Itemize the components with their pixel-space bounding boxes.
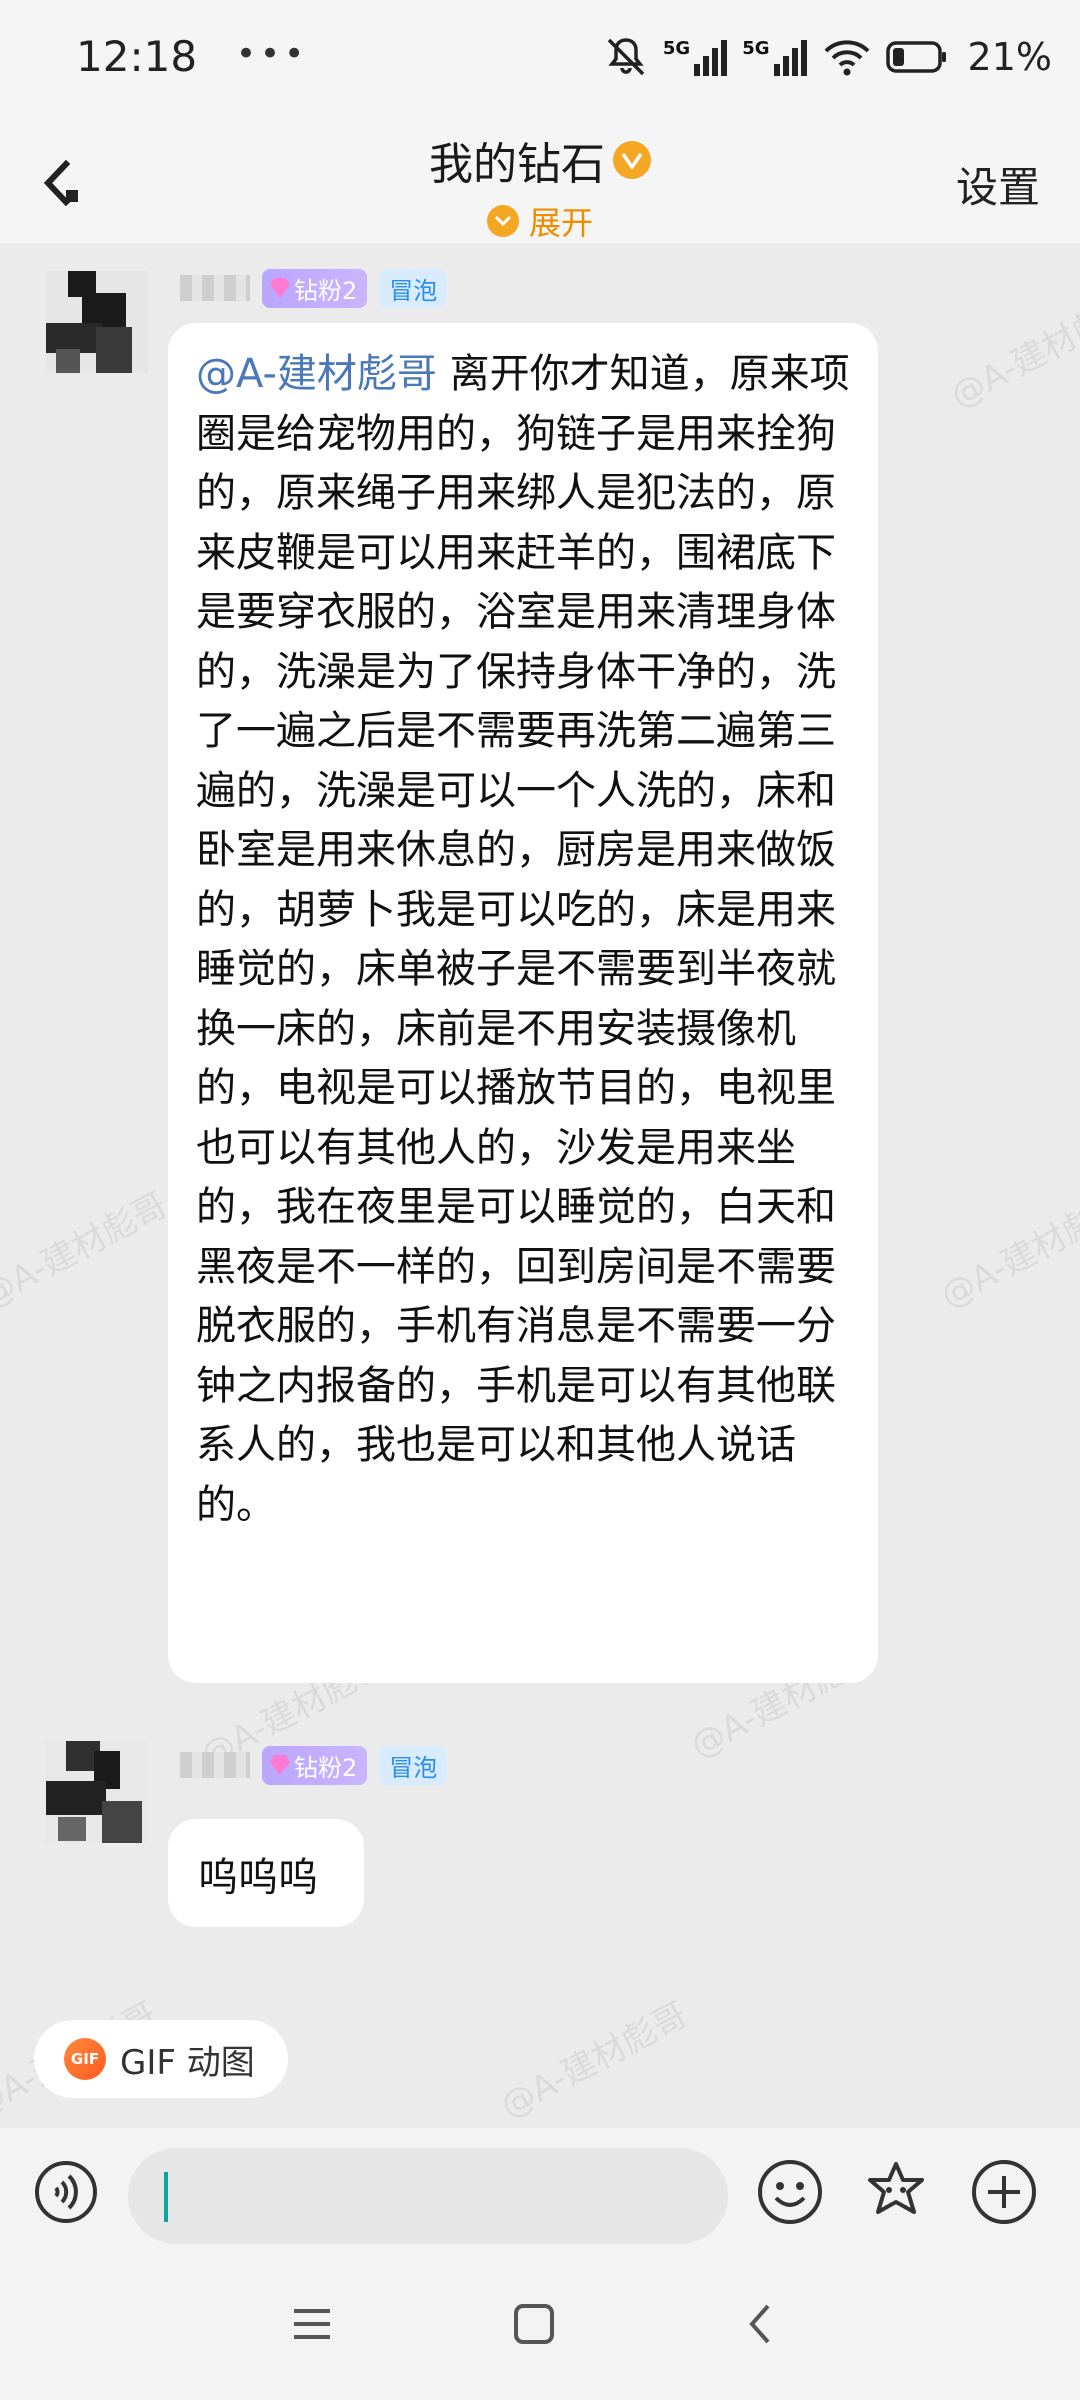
mention-link[interactable]: @A-建材彪哥: [196, 351, 437, 397]
watermark: @A-建材彪哥: [494, 1994, 694, 2127]
chat-area[interactable]: @A-建材彪哥 @A-建材彪哥 @A-建材彪哥 @A-建材彪哥 @A-建材彪哥 …: [0, 243, 1080, 2128]
message-text: 呜呜呜: [198, 1855, 318, 1901]
fan-level-badge: 钻粉2: [262, 268, 368, 308]
watermark: @A-建材彪哥: [0, 1184, 174, 1317]
title-block: 我的钻石 展开: [0, 128, 1080, 244]
status-bar: 12:18 ••• 5G 5G 21%: [0, 0, 1080, 118]
gif-label: GIF 动图: [120, 2042, 255, 2083]
voice-input-icon[interactable]: [34, 2160, 98, 2224]
input-bar: [0, 2128, 1080, 2270]
back-nav-icon[interactable]: [740, 2302, 784, 2346]
mute-icon: [607, 38, 645, 76]
gif-icon: GIF: [64, 2038, 106, 2080]
sender-info: 钻粉2 冒泡: [180, 268, 448, 308]
message-text: @A-建材彪哥 离开你才知道，原来项圈是给宠物用的，狗链子是用来拴狗的，原来绳子…: [196, 351, 850, 1528]
avatar[interactable]: [46, 1741, 148, 1843]
diamond-badge-icon: [613, 141, 651, 179]
settings-button[interactable]: 设置: [956, 154, 1040, 215]
chevron-down-icon: [486, 205, 519, 237]
sender-name: [180, 1752, 250, 1778]
avatar[interactable]: [46, 271, 148, 373]
sender-name: [180, 275, 250, 301]
wifi-icon: [824, 40, 869, 76]
battery-icon: [885, 41, 946, 73]
watermark: @A-建材彪哥: [934, 1184, 1080, 1317]
system-nav-bar: [0, 2270, 1080, 2400]
gif-suggestion-button[interactable]: GIF GIF 动图: [34, 2020, 288, 2098]
status-more-icon: •••: [236, 34, 309, 74]
message-bubble[interactable]: 呜呜呜: [168, 1819, 364, 1927]
message-bubble[interactable]: @A-建材彪哥 离开你才知道，原来项圈是给宠物用的，狗链子是用来拴狗的，原来绳子…: [168, 323, 878, 1683]
signal-1-icon: 5G: [663, 38, 728, 76]
gem-icon: [270, 1755, 290, 1775]
emoji-icon[interactable]: [756, 2158, 824, 2226]
signal-2-icon: 5G: [742, 38, 807, 76]
home-icon[interactable]: [512, 2302, 556, 2346]
watermark: @A-建材彪哥: [944, 284, 1080, 417]
fan-level-badge: 钻粉2: [262, 1745, 368, 1785]
gem-icon: [270, 278, 290, 298]
text-caret: [164, 2172, 168, 2222]
sticker-icon[interactable]: [862, 2158, 930, 2226]
status-icons: 5G 5G 21%: [603, 32, 1052, 82]
add-icon[interactable]: [970, 2158, 1038, 2226]
chat-header: 我的钻石 展开 设置: [0, 118, 1080, 243]
status-time: 12:18: [76, 32, 198, 81]
page-title: 我的钻石: [429, 128, 651, 192]
menu-icon[interactable]: [290, 2302, 334, 2346]
sender-info: 钻粉2 冒泡: [180, 1745, 448, 1785]
bubble-badge: 冒泡: [379, 1745, 448, 1785]
bubble-badge: 冒泡: [379, 268, 448, 308]
message-input[interactable]: [128, 2148, 728, 2244]
battery-percent: 21%: [967, 35, 1052, 79]
expand-toggle[interactable]: 展开: [486, 198, 593, 244]
